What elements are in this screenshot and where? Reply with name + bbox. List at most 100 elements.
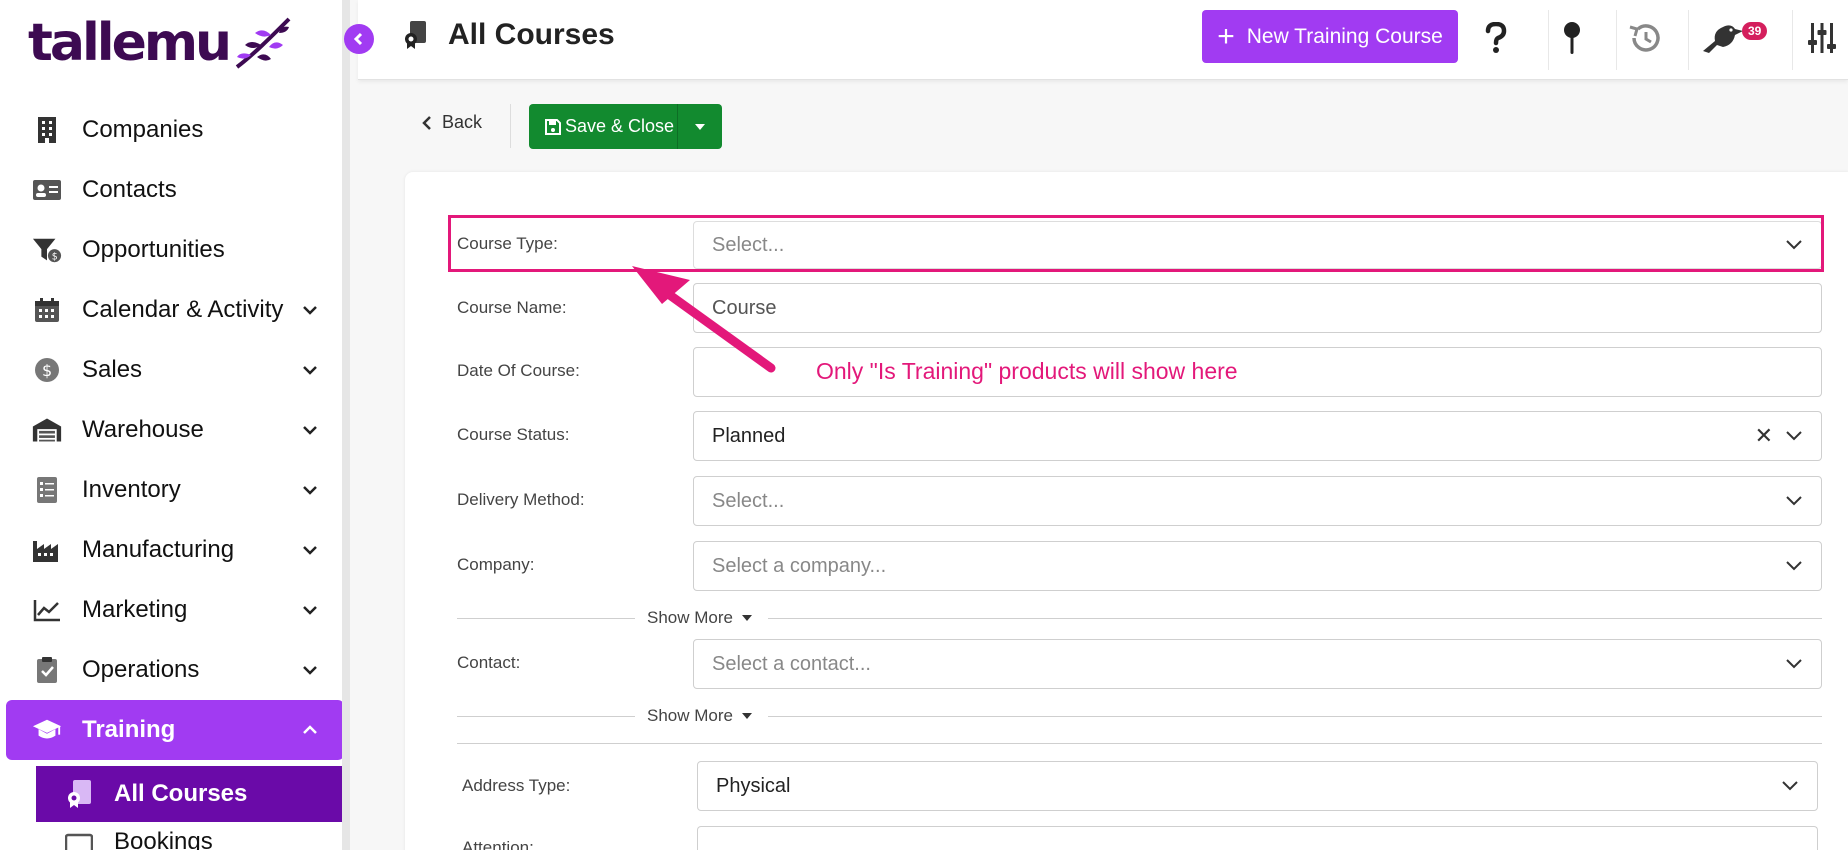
sidebar-item-sales[interactable]: $ Sales (0, 340, 342, 400)
clipboard-check-icon (32, 655, 62, 685)
sidebar-item-label: Companies (82, 116, 204, 143)
course-certificate-icon (64, 779, 94, 809)
sidebar-item-label: Training (82, 716, 176, 743)
sidebar-item-label: Inventory (82, 476, 181, 503)
history-clock-icon (1629, 24, 1660, 52)
contact-label: Contact: (457, 653, 521, 672)
date-of-course-label: Date Of Course: (457, 361, 580, 380)
clear-icon[interactable]: ✕ (1755, 423, 1773, 449)
notifications-button[interactable] (1700, 20, 1746, 56)
show-more-label: Show More (647, 608, 733, 627)
chevron-down-icon[interactable] (300, 600, 320, 620)
sidebar-item-inventory[interactable]: Inventory (0, 460, 342, 520)
course-name-label: Course Name: (457, 298, 567, 317)
top-bar: All Courses + New Training Course 39 (358, 0, 1848, 80)
sidebar-collapse-button[interactable] (344, 24, 374, 54)
sidebar-item-label: Warehouse (82, 416, 204, 443)
sidebar-item-marketing[interactable]: Marketing (0, 580, 342, 640)
funnel-dollar-icon: $ (32, 235, 62, 265)
sidebar-item-training[interactable]: Training (6, 700, 342, 760)
sidebar: tallemu Companies Contacts $ Opportuniti… (0, 0, 350, 850)
sidebar-item-label: Contacts (82, 176, 177, 203)
caret-down-icon (741, 615, 752, 621)
save-options-dropdown[interactable] (678, 104, 722, 149)
graduation-cap-icon (32, 715, 62, 745)
new-training-course-button[interactable]: + New Training Course (1202, 10, 1458, 63)
course-status-select[interactable]: Planned ✕ (693, 411, 1822, 461)
sidebar-item-contacts[interactable]: Contacts (0, 160, 342, 220)
sidebar-item-label: Calendar & Activity (82, 296, 284, 323)
back-button[interactable]: Back (420, 112, 482, 133)
chevron-down-icon (1786, 496, 1802, 506)
line-chart-icon (32, 595, 62, 625)
delivery-method-label: Delivery Method: (457, 490, 585, 509)
course-status-label: Course Status: (457, 425, 570, 444)
course-name-input[interactable]: Course (693, 283, 1822, 333)
attention-label: Attention: (462, 838, 534, 850)
pin-button[interactable] (1554, 20, 1590, 56)
show-more-toggle[interactable]: Show More (647, 706, 753, 726)
company-show-more: Show More (457, 608, 1822, 628)
save-close-button[interactable]: Save & Close (529, 104, 678, 149)
back-label: Back (442, 112, 483, 132)
map-pin-icon (1564, 22, 1580, 54)
contact-placeholder: Select a contact... (712, 652, 871, 675)
chevron-down-icon[interactable] (300, 660, 320, 680)
sidebar-item-label: Manufacturing (82, 536, 235, 563)
sidebar-item-label: Operations (82, 656, 200, 683)
bird-icon (1703, 25, 1743, 53)
chevron-left-icon (353, 32, 363, 46)
building-icon (32, 115, 62, 145)
attention-input[interactable] (697, 826, 1818, 850)
help-button[interactable] (1478, 20, 1514, 56)
chevron-down-icon[interactable] (300, 300, 320, 320)
company-select[interactable]: Select a company... (693, 541, 1822, 591)
contact-select[interactable]: Select a contact... (693, 639, 1822, 689)
show-more-toggle[interactable]: Show More (647, 608, 753, 628)
logo-text: tallemu (28, 13, 232, 73)
course-status-value: Planned (712, 424, 786, 447)
sidebar-item-warehouse[interactable]: Warehouse (0, 400, 342, 460)
sidebar-item-companies[interactable]: Companies (0, 100, 342, 160)
new-training-course-label: New Training Course (1246, 24, 1443, 48)
address-type-label: Address Type: (462, 776, 571, 795)
toolbar-divider (510, 104, 511, 148)
chevron-down-icon[interactable] (300, 420, 320, 440)
chevron-left-icon (422, 115, 431, 130)
chevron-down-icon (1786, 659, 1802, 669)
contact-show-more: Show More (457, 706, 1822, 726)
sidebar-item-label: All Courses (114, 780, 248, 807)
plus-icon: + (1217, 19, 1235, 53)
chevron-down-icon[interactable] (300, 360, 320, 380)
save-close-label: Save & Close (565, 116, 675, 136)
page-header: All Courses (402, 18, 615, 52)
sidebar-item-opportunities[interactable]: $ Opportunities (0, 220, 342, 280)
delivery-method-placeholder: Select... (712, 489, 785, 512)
notification-badge: 39 (1742, 22, 1768, 40)
sidebar-subitem-bookings[interactable]: Bookings (36, 822, 342, 850)
svg-text:$: $ (42, 361, 52, 380)
sidebar-item-manufacturing[interactable]: Manufacturing (0, 520, 342, 580)
chevron-down-icon (1782, 781, 1798, 791)
sidebar-item-operations[interactable]: Operations (0, 640, 342, 700)
page-title: All Courses (448, 18, 615, 51)
show-more-label: Show More (647, 706, 733, 725)
chevron-down-icon (1786, 431, 1802, 441)
chevron-down-icon[interactable] (300, 540, 320, 560)
sidebar-item-calendar[interactable]: Calendar & Activity (0, 280, 342, 340)
caret-down-icon (695, 123, 705, 130)
delivery-method-select[interactable]: Select... (693, 476, 1822, 526)
history-button[interactable] (1626, 20, 1662, 56)
warehouse-icon (32, 415, 62, 445)
chevron-up-icon[interactable] (300, 720, 320, 740)
sidebar-item-label: Bookings (114, 828, 213, 850)
logo[interactable]: tallemu (28, 12, 293, 74)
sidebar-item-label: Marketing (82, 596, 188, 623)
sidebar-subitem-all-courses[interactable]: All Courses (36, 766, 342, 822)
emu-feather-icon (235, 17, 291, 69)
chevron-down-icon[interactable] (300, 480, 320, 500)
company-label: Company: (457, 555, 535, 574)
settings-sliders-button[interactable] (1804, 20, 1840, 56)
address-type-select[interactable]: Physical (697, 761, 1818, 811)
save-close-button-group: Save & Close (529, 104, 722, 149)
